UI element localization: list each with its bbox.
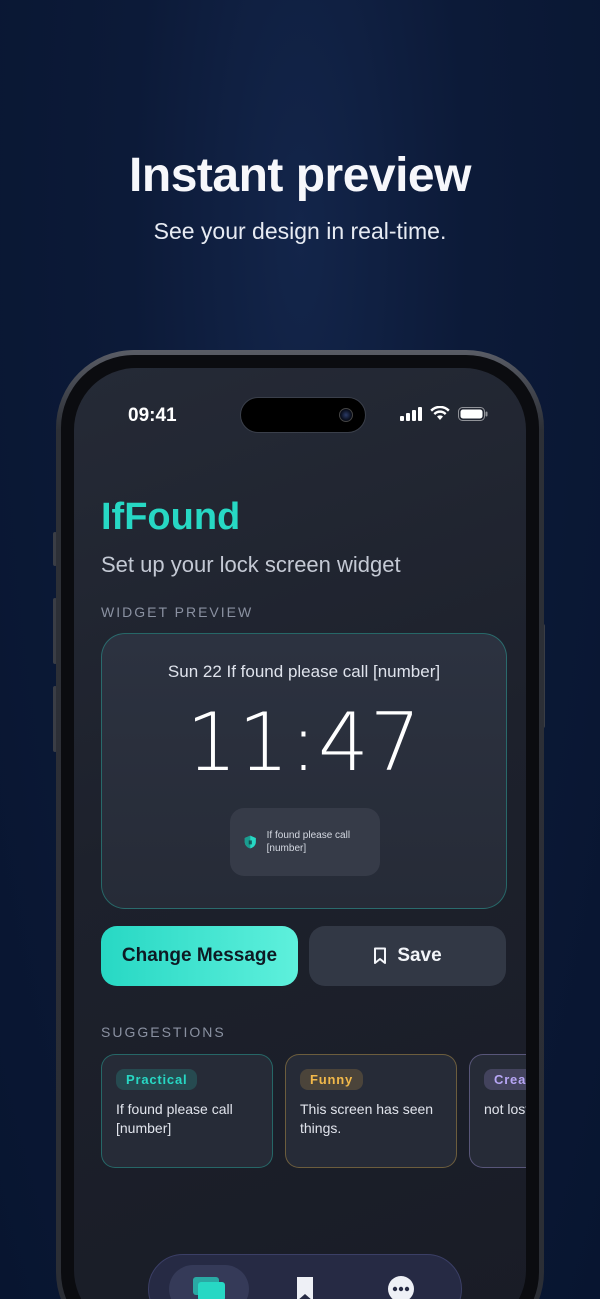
suggestion-text: If found please call [number] (116, 1101, 233, 1136)
change-message-button[interactable]: Change Message (101, 926, 298, 986)
shield-icon (244, 835, 256, 849)
signal-icon (400, 406, 422, 421)
camera-icon (339, 408, 353, 422)
suggestion-text: This screen has seen things. (300, 1101, 434, 1136)
dynamic-island (240, 397, 366, 433)
suggestions-label: SUGGESTIONS (101, 1024, 226, 1040)
app-title: IfFound (101, 496, 241, 538)
suggestion-card-funny[interactable]: Funny This screen has seen things. (285, 1054, 457, 1168)
tab-bar (148, 1254, 462, 1299)
status-time: 09:41 (128, 405, 177, 426)
mini-widget-text: If found please call [number] (266, 830, 351, 854)
status-icons (400, 406, 488, 421)
cards-icon (193, 1277, 225, 1299)
suggestion-tag: Creat (484, 1069, 526, 1090)
bookmark-icon (297, 1277, 313, 1299)
tab-more[interactable] (361, 1265, 441, 1299)
suggestions-row[interactable]: Practical If found please call [number] … (101, 1054, 526, 1168)
app-subtitle: Set up your lock screen widget (101, 552, 401, 577)
battery-icon (458, 406, 488, 421)
phone-frame: 09:41 IfFound Set up your lock screen wi… (56, 350, 544, 1299)
more-icon (388, 1276, 414, 1299)
lockscreen-mini-widget: If found please call [number] (230, 808, 380, 876)
preview-clock: 11:47 (186, 696, 422, 789)
tab-cards[interactable] (169, 1265, 249, 1299)
suggestion-card-creative[interactable]: Creat not lost exploring (469, 1054, 526, 1168)
tab-bookmarks[interactable] (265, 1265, 345, 1299)
change-message-label: Change Message (121, 945, 278, 966)
save-button[interactable]: Save (309, 926, 506, 986)
save-label: Save (397, 945, 442, 966)
widget-preview-label: WIDGET PREVIEW (101, 604, 254, 620)
phone-screen: 09:41 IfFound Set up your lock screen wi… (74, 368, 526, 1299)
hero-subtitle: See your design in real-time. (153, 218, 447, 244)
preview-date-line: Sun 22 If found please call [number] (167, 662, 441, 681)
suggestion-tag: Funny (300, 1069, 363, 1090)
bookmark-icon (374, 947, 387, 964)
phone-bezel: 09:41 IfFound Set up your lock screen wi… (61, 355, 539, 1299)
widget-preview-card: Sun 22 If found please call [number] 11:… (101, 633, 507, 909)
suggestion-tag: Practical (116, 1069, 198, 1090)
suggestion-card-practical[interactable]: Practical If found please call [number] (101, 1054, 273, 1168)
suggestion-text: not lost exploring (484, 1101, 526, 1117)
wifi-icon (430, 406, 450, 420)
hero-title: Instant preview (129, 149, 471, 202)
